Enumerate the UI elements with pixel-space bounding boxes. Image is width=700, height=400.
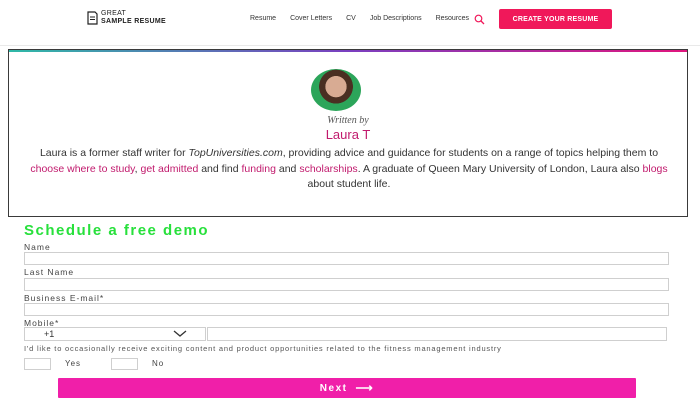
- chevron-down-icon: [173, 330, 187, 337]
- bio-text: Laura is a former staff writer for: [39, 147, 189, 159]
- consent-no-label: No: [152, 359, 165, 368]
- link-funding[interactable]: funding: [242, 163, 276, 175]
- name-input[interactable]: [24, 252, 669, 265]
- nav-job-descriptions[interactable]: Job Descriptions: [370, 15, 422, 22]
- header-divider: [0, 45, 700, 46]
- business-email-input[interactable]: [24, 303, 669, 316]
- card-accent-bar: [9, 50, 687, 52]
- logo[interactable]: GREAT SAMPLE RESUME: [87, 10, 166, 26]
- link-scholarships[interactable]: scholarships: [299, 163, 357, 175]
- nav-cv[interactable]: CV: [346, 15, 356, 22]
- next-button[interactable]: Next ⟶: [58, 378, 636, 398]
- country-code-select[interactable]: +1: [24, 327, 206, 341]
- last-name-input[interactable]: [24, 278, 669, 291]
- bio-text: and find: [198, 162, 242, 175]
- arrow-right-icon: ⟶: [355, 381, 375, 395]
- bio-text: about student life.: [307, 178, 391, 190]
- logo-text: GREAT SAMPLE RESUME: [101, 10, 166, 26]
- last-name-label: Last Name: [24, 267, 75, 277]
- link-blogs[interactable]: blogs: [643, 163, 668, 175]
- search-icon[interactable]: [474, 14, 485, 25]
- author-avatar: [311, 69, 361, 111]
- author-name[interactable]: Laura T: [9, 127, 687, 142]
- main-nav: Resume Cover Letters CV Job Descriptions…: [250, 15, 469, 22]
- name-label: Name: [24, 242, 51, 252]
- logo-line-2: SAMPLE RESUME: [101, 18, 166, 25]
- consent-yes-checkbox[interactable]: [24, 358, 51, 370]
- next-button-label: Next: [319, 382, 348, 394]
- bio-text: and: [275, 162, 300, 175]
- nav-resume[interactable]: Resume: [250, 15, 276, 22]
- bio-text: . A graduate of Queen Mary University of…: [357, 162, 643, 175]
- bio-site-name: TopUniversities.com: [188, 147, 283, 159]
- logo-line-1: GREAT: [101, 10, 127, 17]
- author-card: Written by Laura T Laura is a former sta…: [8, 49, 688, 217]
- country-code-value: +1: [44, 329, 55, 339]
- site-header: GREAT SAMPLE RESUME Resume Cover Letters…: [0, 0, 700, 46]
- link-choose-where-to-study[interactable]: choose where to study: [30, 163, 134, 175]
- consent-yes-label: Yes: [65, 359, 82, 368]
- logo-icon: [87, 11, 98, 25]
- consent-text: I'd like to occasionally receive excitin…: [24, 344, 502, 353]
- nav-resources[interactable]: Resources: [436, 15, 469, 22]
- create-resume-button[interactable]: CREATE YOUR RESUME: [499, 9, 612, 29]
- form-title: Schedule a free demo: [24, 222, 210, 239]
- email-label: Business E-mail*: [24, 293, 105, 303]
- bio-text: , providing advice and guidance for stud…: [282, 147, 659, 159]
- author-bio: Laura is a former staff writer for TopUn…: [29, 146, 669, 193]
- link-get-admitted[interactable]: get admitted: [141, 163, 199, 175]
- consent-no-checkbox[interactable]: [111, 358, 138, 370]
- written-by-label: Written by: [327, 115, 369, 126]
- mobile-input[interactable]: [207, 327, 667, 341]
- nav-cover-letters[interactable]: Cover Letters: [290, 15, 332, 22]
